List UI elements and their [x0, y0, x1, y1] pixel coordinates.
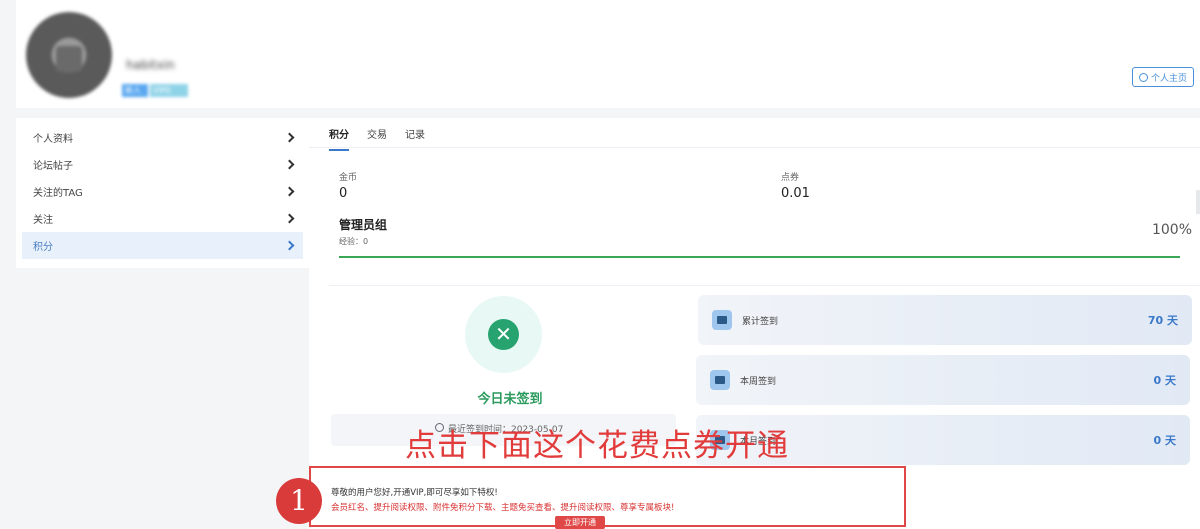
vip-open-button[interactable]: 立即开通: [555, 516, 605, 529]
chevron-right-icon: [284, 159, 295, 170]
chevron-right-icon: [284, 186, 295, 197]
sidebar: 个人资料 论坛帖子 关注的TAG 关注 积分: [16, 118, 309, 268]
vip-intro-text: 尊敬的用户您好,开通VIP,即可尽享如下特权!: [331, 488, 498, 498]
vip-privileges-text: 会员红名、提升阅读权限、附件免积分下载、主题免买查看、提升阅读权限、尊享专属板块…: [331, 503, 675, 513]
coins-label: 金币: [339, 173, 358, 183]
calendar-icon: [712, 310, 732, 330]
sidebar-item-label: 关注: [33, 215, 53, 226]
annotation-step-number: 1: [276, 478, 322, 524]
chevron-right-icon: [284, 132, 295, 143]
avatar[interactable]: [26, 12, 112, 98]
tab-divider: [309, 147, 1200, 148]
stat-value: 0 天: [1153, 374, 1176, 387]
sidebar-item-label: 个人资料: [33, 134, 73, 145]
sidebar-item-profile[interactable]: 个人资料: [22, 124, 303, 151]
username: habitxin: [126, 58, 175, 72]
signin-status: 今日未签到: [477, 392, 543, 407]
group-progress-percent: 100%: [1151, 222, 1192, 238]
personal-home-label: 个人主页: [1150, 73, 1187, 84]
annotation-instruction: 点击下面这个花费点券开通: [405, 428, 789, 464]
scroll-edge: [1196, 190, 1200, 214]
chevron-right-icon: [284, 213, 295, 224]
sidebar-item-label: 论坛帖子: [33, 161, 73, 172]
stat-value: 0 天: [1153, 434, 1176, 447]
points-stat: 点券 0.01: [781, 170, 810, 201]
stat-total-signin: 累计签到 70 天: [698, 295, 1192, 345]
signin-button[interactable]: ✕: [465, 296, 542, 373]
coins-stat: 金币 0: [339, 170, 357, 201]
experience-text: 经验：0: [339, 237, 369, 246]
vip-promo-box: 尊敬的用户您好,开通VIP,即可尽享如下特权! 会员红名、提升阅读权限、附件免积…: [309, 466, 906, 529]
points-label: 点券: [781, 173, 800, 183]
group-progress-bar: [339, 256, 1180, 258]
stat-label: 本月签到: [740, 436, 777, 447]
sidebar-item-points[interactable]: 积分: [22, 232, 303, 259]
chevron-right-icon: [284, 240, 295, 251]
stat-week-signin: 本周签到 0 天: [696, 355, 1190, 405]
sidebar-item-follow[interactable]: 关注: [22, 205, 303, 232]
points-value: 0.01: [781, 186, 810, 201]
stat-value: 70 天: [1147, 314, 1178, 327]
stat-label: 本周签到: [740, 376, 777, 387]
sidebar-item-label: 积分: [33, 242, 53, 253]
sidebar-item-label: 关注的TAG: [33, 188, 83, 199]
coins-value: 0: [339, 186, 348, 201]
user-group-title: 管理员组: [339, 218, 388, 232]
group-progress-fill: [339, 256, 1180, 258]
calendar-icon: [710, 370, 730, 390]
sidebar-item-posts[interactable]: 论坛帖子: [22, 151, 303, 178]
badge-level: 新人: [122, 84, 148, 97]
section-divider: [329, 285, 1200, 286]
sidebar-item-tags[interactable]: 关注的TAG: [22, 178, 303, 205]
close-circle-icon: ✕: [488, 319, 519, 350]
badge-vip: VIP0 VIP: [150, 84, 188, 108]
profile-header: habitxin 新人 VIP0 VIP 个人主页: [16, 0, 1200, 108]
stat-label: 累计签到: [742, 316, 779, 327]
personal-home-button[interactable]: 个人主页: [1131, 67, 1194, 87]
user-badges: 新人 VIP0 VIP: [122, 84, 188, 108]
home-icon: [1138, 72, 1148, 82]
